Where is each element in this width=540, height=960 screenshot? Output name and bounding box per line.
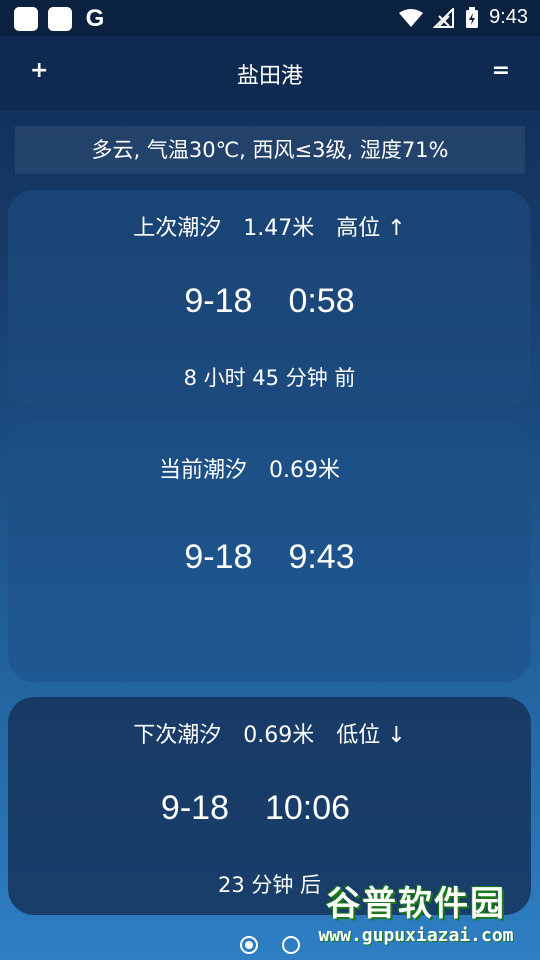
page-dot-active[interactable] xyxy=(240,935,258,954)
battery-charging-icon xyxy=(466,6,479,28)
current-tide-label: 当前潮汐 xyxy=(158,458,247,483)
no-signal-icon xyxy=(433,7,455,28)
previous-tide-date: 9-18 xyxy=(184,282,253,320)
previous-tide-time: 0:58 xyxy=(288,282,355,320)
watermark-brand: 谷普软件园 xyxy=(326,884,506,924)
previous-tide-relative: 8 小时 45 分钟 前 xyxy=(183,366,356,390)
notification-app-icon xyxy=(48,7,72,31)
notification-icons: G xyxy=(14,5,108,32)
next-tide-date: 9-18 xyxy=(160,789,229,827)
previous-tide-height: 1.47米 xyxy=(243,216,315,241)
menu-button[interactable]: = xyxy=(492,58,510,83)
previous-tide-datetime: 9-18 0:58 xyxy=(8,282,531,321)
google-icon: G xyxy=(85,5,105,32)
next-tide-time: 10:06 xyxy=(264,789,351,827)
current-tide-height: 0.69米 xyxy=(269,458,340,483)
next-tide-title: 下次潮汐 0.69米 低位 ↓ xyxy=(8,717,531,749)
current-tide-title: 当前潮汐 0.69米 xyxy=(0,452,531,484)
wifi-icon xyxy=(399,8,424,27)
current-tide-time: 9:43 xyxy=(288,538,355,576)
status-bar: G 9:43 xyxy=(0,0,540,36)
system-icons: 9:43 xyxy=(399,6,528,29)
watermark-url: www.gupuxiazai.com xyxy=(318,925,514,946)
clock: 9:43 xyxy=(489,6,528,28)
next-tide-height: 0.69米 xyxy=(243,723,315,748)
previous-tide-label: 上次潮汐 xyxy=(133,216,222,241)
app-header: + 盐田港 = xyxy=(0,36,540,110)
weather-summary: 多云, 气温30℃, 西风≤3级, 湿度71% xyxy=(15,126,525,174)
watermark-logo: 谷普软件园 www.gupuxiazai.com xyxy=(296,876,536,954)
next-tide-label: 下次潮汐 xyxy=(133,723,222,748)
next-tide-datetime: 9-18 10:06 xyxy=(0,789,531,828)
next-tide-level: 低位 ↓ xyxy=(336,723,406,748)
previous-tide-card: 上次潮汐 1.47米 高位 ↑ 9-18 0:58 8 小时 45 分钟 前 xyxy=(8,190,531,406)
page-title: 盐田港 xyxy=(236,64,303,89)
current-tide-card: 当前潮汐 0.69米 9-18 9:43 xyxy=(8,422,531,682)
previous-tide-title: 上次潮汐 1.47米 高位 ↑ xyxy=(8,210,531,242)
previous-tide-level: 高位 ↑ xyxy=(336,216,406,241)
current-tide-date: 9-18 xyxy=(184,538,253,576)
notification-app-icon xyxy=(14,7,38,31)
current-tide-datetime: 9-18 9:43 xyxy=(8,538,531,577)
